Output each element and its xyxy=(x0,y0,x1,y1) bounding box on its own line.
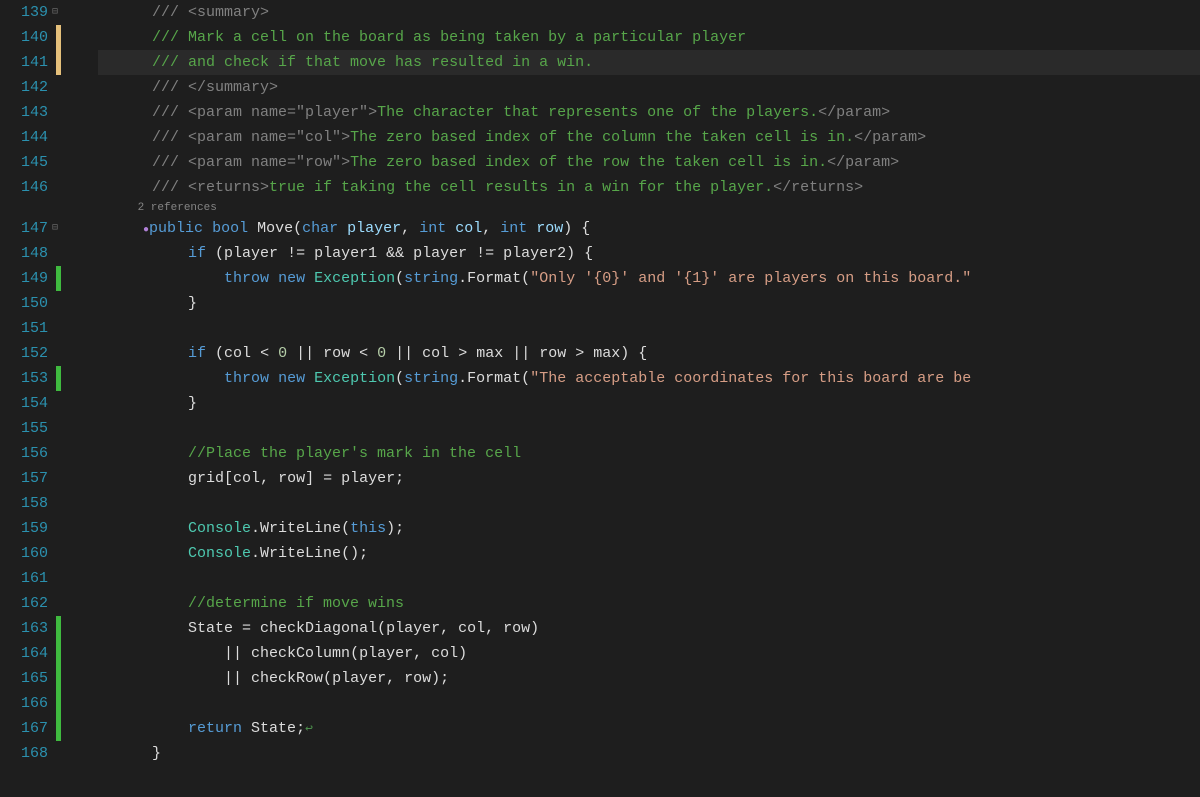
code-line[interactable]: Console.WriteLine(this); xyxy=(98,516,1200,541)
line-number[interactable]: 153 xyxy=(0,366,48,391)
line-number[interactable]: 154 xyxy=(0,391,48,416)
code-line[interactable]: || checkRow(player, row); xyxy=(98,666,1200,691)
line-number[interactable]: 159 xyxy=(0,516,48,541)
change-marker-saved xyxy=(56,716,61,741)
line-number[interactable]: 150 xyxy=(0,291,48,316)
codelens-spacer xyxy=(0,200,48,216)
code-line[interactable]: } xyxy=(98,391,1200,416)
code-line[interactable] xyxy=(98,316,1200,341)
code-line[interactable]: grid[col, row] = player; xyxy=(98,466,1200,491)
line-number[interactable]: 162 xyxy=(0,591,48,616)
code-line[interactable] xyxy=(98,691,1200,716)
line-number[interactable]: 168 xyxy=(0,741,48,766)
code-line[interactable]: Console.WriteLine(); xyxy=(98,541,1200,566)
change-marker-saved xyxy=(56,266,61,291)
code-line[interactable]: throw new Exception(string.Format("The a… xyxy=(98,366,1200,391)
line-number[interactable]: 163 xyxy=(0,616,48,641)
code-line[interactable]: if (col < 0 || row < 0 || col > max || r… xyxy=(98,341,1200,366)
change-marker-modified xyxy=(56,25,61,50)
line-number[interactable]: 166 xyxy=(0,691,48,716)
line-number-gutter[interactable]: 139⊟ 140 141 142 143 144 145 146 147⊟ 14… xyxy=(0,0,56,797)
fold-icon[interactable]: ⊟ xyxy=(50,216,60,241)
line-number[interactable]: 161 xyxy=(0,566,48,591)
code-line[interactable]: || checkColumn(player, col) xyxy=(98,641,1200,666)
line-number[interactable]: 147⊟ xyxy=(0,216,48,241)
code-line[interactable]: return State;↩ xyxy=(98,716,1200,741)
code-line[interactable]: /// <summary> xyxy=(98,0,1200,25)
line-number[interactable]: 151 xyxy=(0,316,48,341)
code-line[interactable]: if (player != player1 && player != playe… xyxy=(98,241,1200,266)
code-line[interactable]: //Place the player's mark in the cell xyxy=(98,441,1200,466)
fold-icon[interactable]: ⊟ xyxy=(50,0,60,25)
change-marker-saved xyxy=(56,366,61,391)
line-number[interactable]: 165 xyxy=(0,666,48,691)
code-text-area[interactable]: /// <summary> /// Mark a cell on the boa… xyxy=(98,0,1200,797)
code-line[interactable]: } xyxy=(98,741,1200,766)
line-number[interactable]: 157 xyxy=(0,466,48,491)
line-number[interactable]: 145 xyxy=(0,150,48,175)
line-number[interactable]: 139⊟ xyxy=(0,0,48,25)
code-line[interactable] xyxy=(98,491,1200,516)
return-arrow-icon: ↩ xyxy=(305,721,313,736)
line-number[interactable]: 146 xyxy=(0,175,48,200)
code-line[interactable]: /// <returns>true if taking the cell res… xyxy=(98,175,1200,200)
change-marker-modified xyxy=(56,50,61,75)
code-line[interactable]: /// Mark a cell on the board as being ta… xyxy=(98,25,1200,50)
line-number[interactable]: 144 xyxy=(0,125,48,150)
line-number[interactable]: 160 xyxy=(0,541,48,566)
line-number[interactable]: 148 xyxy=(0,241,48,266)
line-number[interactable]: 143 xyxy=(0,100,48,125)
code-line[interactable]: /// </summary> xyxy=(98,75,1200,100)
code-line[interactable] xyxy=(98,566,1200,591)
code-line[interactable]: /// <param name="col">The zero based ind… xyxy=(98,125,1200,150)
code-line[interactable]: throw new Exception(string.Format("Only … xyxy=(98,266,1200,291)
code-line-highlighted[interactable]: /// and check if that move has resulted … xyxy=(98,50,1200,75)
change-marker-saved xyxy=(56,691,61,716)
code-line[interactable]: } xyxy=(98,291,1200,316)
line-number[interactable]: 140 xyxy=(0,25,48,50)
code-line[interactable]: State = checkDiagonal(player, col, row) xyxy=(98,616,1200,641)
line-number[interactable]: 167 xyxy=(0,716,48,741)
codelens-references[interactable]: 2 references xyxy=(98,200,1200,216)
line-number[interactable]: 141 xyxy=(0,50,48,75)
line-number[interactable]: 149 xyxy=(0,266,48,291)
code-line[interactable]: /// <param name="player">The character t… xyxy=(98,100,1200,125)
change-marker-saved xyxy=(56,616,61,641)
code-line[interactable]: ●public bool Move(char player, int col, … xyxy=(98,216,1200,241)
code-line[interactable]: /// <param name="row">The zero based ind… xyxy=(98,150,1200,175)
line-number[interactable]: 152 xyxy=(0,341,48,366)
change-marker-saved xyxy=(56,666,61,691)
outline-margin xyxy=(62,0,98,797)
line-number[interactable]: 142 xyxy=(0,75,48,100)
change-marker-saved xyxy=(56,641,61,666)
code-editor[interactable]: 139⊟ 140 141 142 143 144 145 146 147⊟ 14… xyxy=(0,0,1200,797)
line-number[interactable]: 164 xyxy=(0,641,48,666)
line-number[interactable]: 156 xyxy=(0,441,48,466)
code-line[interactable] xyxy=(98,416,1200,441)
code-line[interactable]: //determine if move wins xyxy=(98,591,1200,616)
line-number[interactable]: 155 xyxy=(0,416,48,441)
line-number[interactable]: 158 xyxy=(0,491,48,516)
